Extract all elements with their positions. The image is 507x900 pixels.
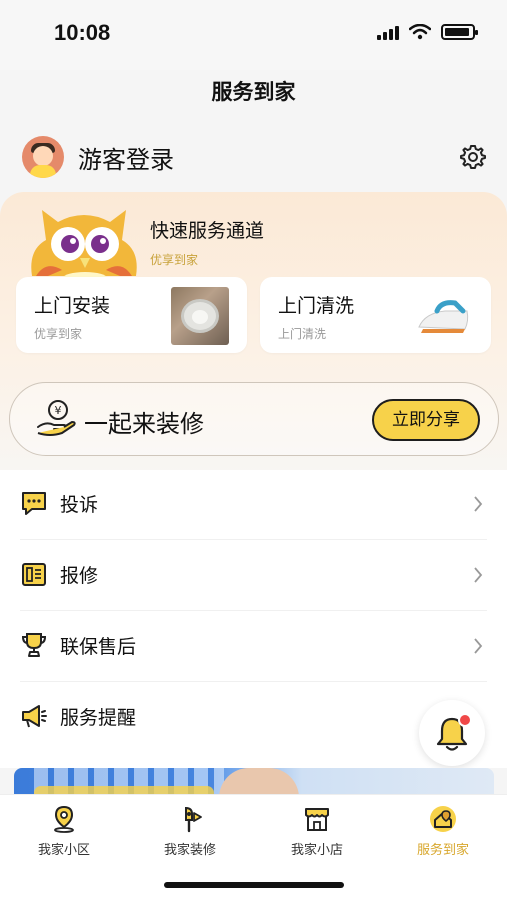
steam-iron-icon bbox=[418, 300, 469, 333]
chevron-right-icon bbox=[474, 638, 483, 654]
cellular-signal-icon bbox=[377, 24, 399, 40]
quick-service-subtitle: 优享到家 bbox=[150, 253, 199, 267]
menu-item-warranty[interactable]: 联保售后 bbox=[0, 612, 507, 682]
home-service-icon bbox=[430, 806, 456, 832]
status-time: 10:08 bbox=[54, 20, 111, 45]
notification-badge bbox=[458, 713, 472, 727]
menu-label-warranty: 联保售后 bbox=[60, 636, 137, 658]
install-service-card[interactable]: 上门安装 优享到家 bbox=[16, 277, 247, 353]
tab-label-community: 我家小区 bbox=[37, 843, 90, 858]
profile-row[interactable]: 游客登录 bbox=[22, 134, 492, 180]
gear-icon[interactable] bbox=[460, 144, 486, 170]
tab-shop[interactable]: 我家小店 bbox=[262, 805, 372, 865]
avatar[interactable] bbox=[22, 136, 64, 178]
chevron-right-icon bbox=[474, 496, 483, 512]
cleaning-service-card[interactable]: 上门清洗 上门清洗 bbox=[260, 277, 491, 353]
cookware-thumbnail bbox=[171, 287, 229, 345]
tab-label-home-service: 服务到家 bbox=[416, 843, 469, 858]
owl-mascot-icon bbox=[31, 210, 137, 280]
status-bar: 10:08 bbox=[0, 0, 507, 70]
divider bbox=[20, 681, 487, 682]
guest-login-link[interactable]: 游客登录 bbox=[78, 140, 174, 175]
battery-icon bbox=[441, 24, 478, 40]
location-pin-icon bbox=[54, 805, 74, 833]
menu-label-repair: 报修 bbox=[60, 565, 99, 587]
repair-icon bbox=[22, 563, 46, 586]
tab-label-shop: 我家小店 bbox=[290, 843, 343, 858]
hand-coin-icon: ¥ bbox=[37, 400, 76, 436]
notification-bell-button[interactable] bbox=[419, 700, 485, 766]
tab-renovation[interactable]: 我家装修 bbox=[135, 805, 245, 865]
tab-community[interactable]: 我家小区 bbox=[9, 805, 119, 865]
status-icons bbox=[377, 24, 478, 40]
store-icon bbox=[305, 808, 329, 831]
share-now-button[interactable]: 立即分享 bbox=[372, 399, 480, 441]
install-card-subtitle: 优享到家 bbox=[34, 327, 83, 341]
divider bbox=[20, 610, 487, 611]
page-title: 服务到家 bbox=[211, 80, 296, 104]
wifi-icon bbox=[409, 24, 431, 40]
divider bbox=[20, 539, 487, 540]
menu-label-service-reminder: 服务提醒 bbox=[60, 707, 137, 729]
message-icon bbox=[22, 492, 46, 515]
cleaning-card-title: 上门清洗 bbox=[278, 295, 355, 317]
menu-label-complaint: 投诉 bbox=[60, 494, 99, 516]
install-card-title: 上门安装 bbox=[34, 295, 111, 317]
megaphone-icon bbox=[22, 705, 47, 728]
brush-icon bbox=[185, 806, 202, 833]
home-indicator bbox=[164, 882, 344, 888]
menu-item-complaint[interactable]: 投诉 bbox=[0, 470, 507, 540]
chevron-right-icon bbox=[474, 567, 483, 583]
quick-service-title: 快速服务通道 bbox=[150, 220, 265, 242]
trophy-icon bbox=[21, 633, 47, 657]
share-label: 一起来装修 bbox=[84, 410, 204, 438]
tab-home-service[interactable]: 服务到家 bbox=[388, 805, 498, 865]
tab-label-renovation: 我家装修 bbox=[163, 843, 216, 858]
menu-item-repair[interactable]: 报修 bbox=[0, 541, 507, 611]
svg-text:¥: ¥ bbox=[55, 404, 62, 417]
renovation-share-bar: ¥ 一起来装修 立即分享 bbox=[9, 382, 499, 456]
cleaning-card-subtitle: 上门清洗 bbox=[278, 327, 327, 341]
